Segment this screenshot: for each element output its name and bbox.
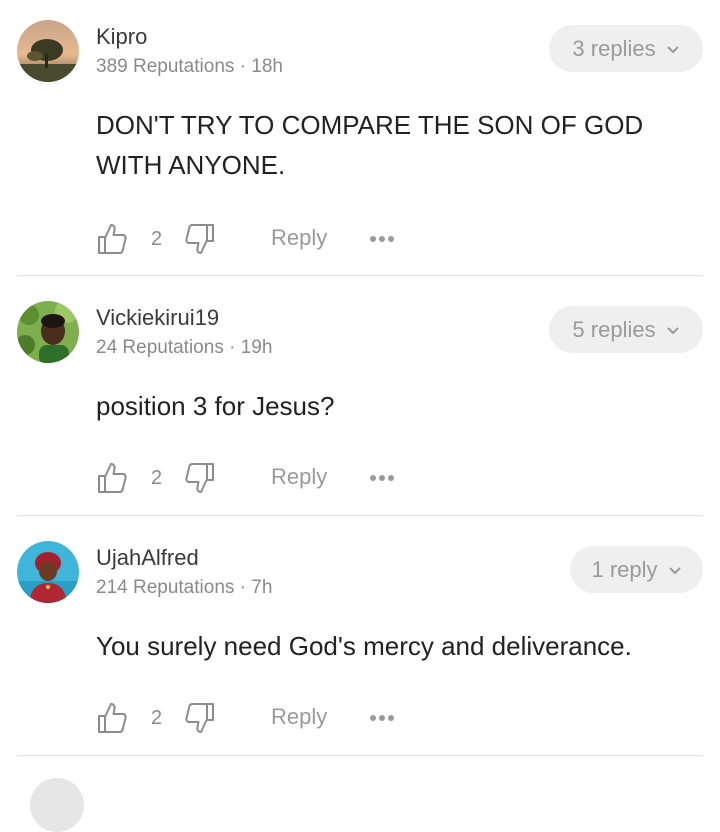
timestamp: 7h	[251, 577, 273, 598]
comment-actions: 2 Reply	[96, 461, 416, 501]
thumbs-up-icon[interactable]	[96, 701, 128, 735]
username[interactable]: UjahAlfred	[96, 545, 199, 571]
reply-button[interactable]: Reply	[271, 225, 327, 251]
comment-item: Kipro 389 Reputations · 18h 3 replies DO…	[0, 0, 720, 275]
timestamp: 19h	[240, 337, 273, 358]
timestamp: 18h	[251, 56, 283, 77]
meta-separator: ·	[234, 577, 252, 598]
comment-meta: 24 Reputations · 19h	[96, 337, 272, 359]
landscape-avatar-icon	[17, 20, 79, 82]
comment-text: position 3 for Jesus?	[96, 391, 335, 421]
comment-actions: 2 Reply	[96, 701, 416, 741]
thumbs-up-icon[interactable]	[96, 222, 128, 256]
meta-separator: ·	[223, 337, 241, 358]
replies-button[interactable]: 3 replies	[549, 25, 703, 72]
more-options-icon[interactable]	[368, 468, 396, 488]
divider	[17, 755, 703, 756]
reputation: 24 Reputations	[96, 337, 224, 358]
replies-button[interactable]: 1 reply	[570, 546, 703, 593]
avatar[interactable]	[17, 20, 79, 82]
comment-item: Vickiekirui19 24 Reputations · 19h 5 rep…	[0, 276, 720, 515]
comment-text: DON'T TRY TO COMPARE THE SON OF GOD WITH…	[96, 110, 644, 180]
more-options-icon[interactable]	[368, 229, 396, 249]
reply-button[interactable]: Reply	[271, 704, 327, 730]
replies-button[interactable]: 5 replies	[549, 306, 703, 353]
username[interactable]: Kipro	[96, 24, 147, 50]
avatar[interactable]	[17, 541, 79, 603]
thumbs-down-icon[interactable]	[184, 701, 216, 735]
thumbs-up-icon[interactable]	[96, 461, 128, 495]
reputation: 214 Reputations	[96, 577, 235, 598]
replies-label: 1 reply	[591, 556, 658, 582]
reputation: 389 Reputations	[96, 56, 235, 77]
portrait-avatar-icon	[17, 301, 79, 363]
chevron-down-icon	[666, 326, 679, 334]
like-count: 2	[151, 228, 163, 250]
reply-button[interactable]: Reply	[271, 464, 327, 490]
comment-item: UjahAlfred 214 Reputations · 7h 1 reply …	[0, 516, 720, 755]
replies-label: 5 replies	[572, 316, 656, 342]
avatar[interactable]	[30, 778, 84, 832]
comment-meta: 389 Reputations · 18h	[96, 56, 283, 78]
chevron-down-icon	[668, 566, 681, 574]
thumbs-down-icon[interactable]	[184, 461, 216, 495]
comment-meta: 214 Reputations · 7h	[96, 577, 272, 599]
chevron-down-icon	[666, 45, 679, 53]
portrait-avatar-icon	[17, 541, 79, 603]
thumbs-down-icon[interactable]	[184, 222, 216, 256]
more-options-icon[interactable]	[368, 708, 396, 728]
username[interactable]: Vickiekirui19	[96, 305, 219, 331]
avatar[interactable]	[17, 301, 79, 363]
like-count: 2	[151, 707, 163, 729]
like-count: 2	[151, 467, 163, 489]
comment-text: You surely need God's mercy and delivera…	[96, 631, 632, 661]
meta-separator: ·	[234, 56, 252, 77]
comment-actions: 2 Reply	[96, 222, 416, 262]
replies-label: 3 replies	[572, 35, 656, 61]
